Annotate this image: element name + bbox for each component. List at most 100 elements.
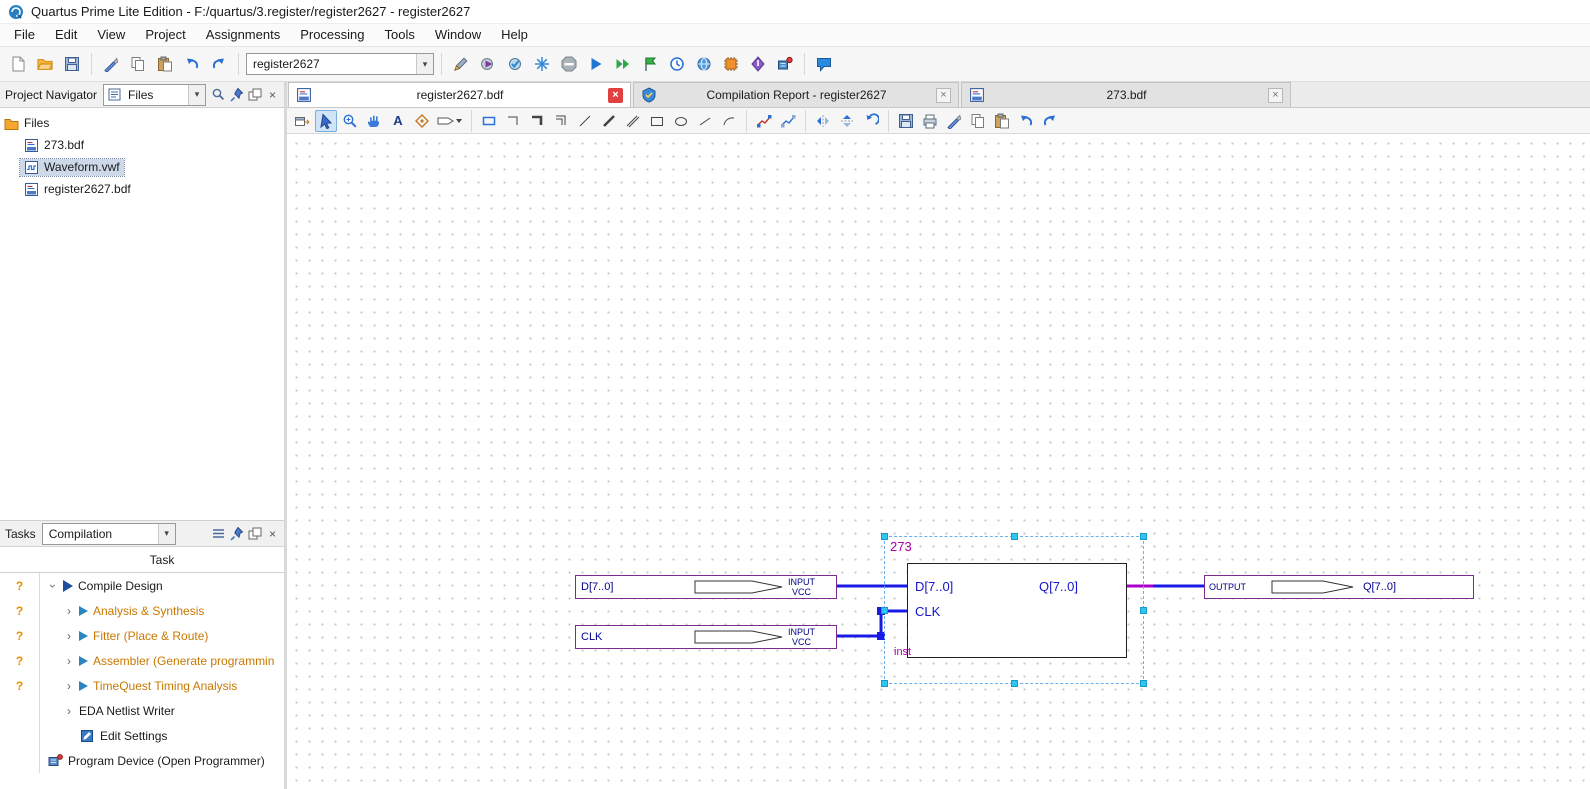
close-tab-icon[interactable]: × [936,88,951,103]
task-label[interactable]: Fitter (Place & Route) [93,629,208,643]
line-tool-icon[interactable] [694,110,716,132]
chevron-down-icon[interactable]: ▾ [158,524,175,544]
tab-label[interactable]: register2627.bdf [318,88,602,102]
stop-icon[interactable] [557,52,581,76]
pin-panel-icon[interactable] [228,525,245,542]
menu-processing[interactable]: Processing [290,24,374,46]
selection-handle[interactable] [1140,680,1147,687]
rotate-left-icon[interactable] [860,110,882,132]
undo-icon[interactable] [180,52,204,76]
selection-handle[interactable] [881,533,888,540]
chevron-down-icon[interactable]: ▾ [416,54,433,74]
tree-item-files[interactable]: Files [0,112,284,134]
flip-horizontal-icon[interactable] [812,110,834,132]
project-navigator-combobox[interactable]: Files ▾ [103,84,206,106]
task-row-edit-settings[interactable]: Edit Settings [0,723,284,748]
menu-view[interactable]: View [87,24,135,46]
pin-planner-icon[interactable] [719,52,743,76]
task-row-timequest[interactable]: ? › TimeQuest Timing Analysis [0,673,284,698]
rectangle-tool-icon[interactable] [646,110,668,132]
save-icon[interactable] [895,110,917,132]
redo-icon[interactable] [207,52,231,76]
block-tool-icon[interactable] [478,110,500,132]
expander-icon[interactable]: › [64,654,74,668]
edit-tool-icon[interactable] [449,52,473,76]
block-273-symbol[interactable]: D[7..0] CLK Q[7..0] [907,563,1127,658]
float-panel-icon[interactable] [246,525,263,542]
tree-item-register2627-bdf[interactable]: register2627.bdf [0,178,284,200]
arc-tool-icon[interactable] [718,110,740,132]
menu-window[interactable]: Window [425,24,491,46]
partial-rubberbanding-icon[interactable] [777,110,799,132]
ellipse-tool-icon[interactable] [670,110,692,132]
selection-handle[interactable] [1140,533,1147,540]
symbol-tool-icon[interactable] [411,110,433,132]
menu-file[interactable]: File [4,24,45,46]
hand-tool-icon[interactable] [363,110,385,132]
flip-vertical-icon[interactable] [836,110,858,132]
rubberbanding-icon[interactable] [753,110,775,132]
assignment-editor-icon[interactable] [746,52,770,76]
schematic-wires[interactable] [287,134,1587,789]
menu-help[interactable]: Help [491,24,538,46]
timequest-icon[interactable] [665,52,689,76]
copy-icon[interactable] [126,52,150,76]
tree-item-273-bdf[interactable]: 273.bdf [0,134,284,156]
programmer-icon[interactable] [773,52,797,76]
chevron-down-icon[interactable]: ▾ [188,85,205,105]
copy-icon[interactable] [967,110,989,132]
tab-register2627-bdf[interactable]: register2627.bdf × [288,82,631,107]
expander-icon[interactable]: › [64,629,74,643]
close-tab-icon[interactable]: × [608,88,623,103]
redo-icon[interactable] [1039,110,1061,132]
selection-handle[interactable] [1011,680,1018,687]
task-row-program-device[interactable]: Program Device (Open Programmer) [0,748,284,773]
task-row-compile-design[interactable]: ? › Compile Design [0,573,284,598]
task-label[interactable]: Compile Design [78,579,163,593]
diagonal-node-tool-icon[interactable] [574,110,596,132]
task-label[interactable]: Edit Settings [100,729,167,743]
cut-icon[interactable] [943,110,965,132]
fitter-icon[interactable] [530,52,554,76]
analysis-synthesis-icon[interactable] [503,52,527,76]
task-view-icon[interactable] [210,525,227,542]
close-tab-icon[interactable]: × [1268,88,1283,103]
start-compilation-icon[interactable] [476,52,500,76]
expander-icon[interactable]: › [64,679,74,693]
tab-273-bdf[interactable]: 273.bdf × [961,82,1291,107]
timing-closure-icon[interactable] [638,52,662,76]
project-combobox[interactable]: register2627 ▾ [246,53,434,75]
paste-icon[interactable] [153,52,177,76]
start-icon[interactable] [584,52,608,76]
new-file-icon[interactable] [6,52,30,76]
task-label[interactable]: EDA Netlist Writer [79,704,175,718]
search-icon[interactable] [210,86,227,103]
cut-icon[interactable] [99,52,123,76]
menu-edit[interactable]: Edit [45,24,87,46]
orthogonal-node-tool-icon[interactable] [502,110,524,132]
diagonal-bus-tool-icon[interactable] [598,110,620,132]
close-panel-icon[interactable]: × [264,86,281,103]
task-label[interactable]: Assembler (Generate programmin [93,654,274,668]
output-pin-q[interactable]: OUTPUT Q[7..0] [1204,575,1474,599]
paste-icon[interactable] [991,110,1013,132]
print-icon[interactable] [919,110,941,132]
task-row-eda-netlist-writer[interactable]: › EDA Netlist Writer [0,698,284,723]
task-row-analysis-synthesis[interactable]: ? › Analysis & Synthesis [0,598,284,623]
selection-handle[interactable] [1011,533,1018,540]
zoom-tool-icon[interactable] [339,110,361,132]
schematic-canvas[interactable]: D[7..0] INPUT VCC CLK INPUT VCC [287,134,1590,789]
tab-label[interactable]: Compilation Report - register2627 [663,88,930,102]
task-label[interactable]: TimeQuest Timing Analysis [93,679,237,693]
pin-panel-icon[interactable] [228,86,245,103]
detach-window-icon[interactable] [291,110,313,132]
selection-handle[interactable] [881,607,888,614]
task-row-assembler[interactable]: ? › Assembler (Generate programmin [0,648,284,673]
netlist-viewer-icon[interactable] [692,52,716,76]
selection-tool-icon[interactable] [315,110,337,132]
input-pin-d[interactable]: D[7..0] INPUT VCC [575,575,837,599]
expander-icon[interactable]: › [64,604,74,618]
pin-tool-icon[interactable] [435,110,465,132]
task-label[interactable]: Analysis & Synthesis [93,604,204,618]
orthogonal-conduit-tool-icon[interactable] [550,110,572,132]
